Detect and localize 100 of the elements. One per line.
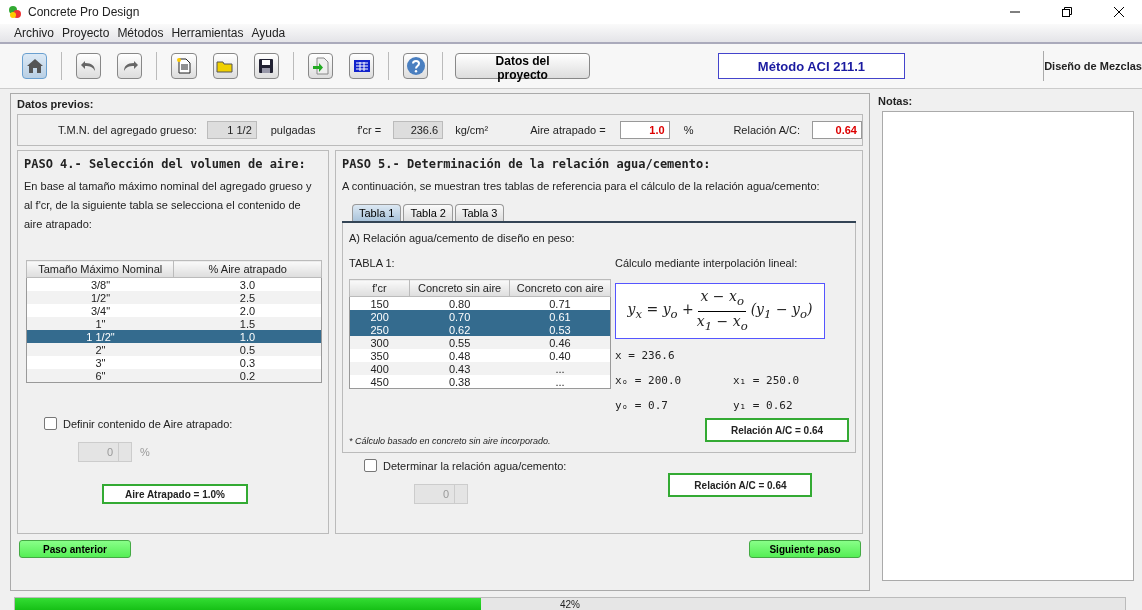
column-header[interactable]: Tamaño Máximo Nominal — [26, 260, 174, 278]
table-row[interactable]: 3" 0.3 — [26, 356, 322, 369]
result-box: Relación A/C = 0.64 — [668, 473, 813, 497]
table-cell: 1/2" — [26, 291, 174, 304]
table-cell: 6" — [26, 369, 174, 383]
column-header[interactable]: Concreto con aire — [509, 279, 611, 297]
tab[interactable]: Tabla 1 — [352, 204, 402, 221]
table-cell: 3.0 — [173, 277, 322, 291]
table-cell: 0.46 — [509, 336, 611, 349]
menu-item[interactable]: Proyecto — [62, 26, 110, 40]
progress-text: 42% — [559, 598, 581, 610]
table-cell: 300 — [349, 336, 410, 349]
value-text: yₒ = 0.7 — [615, 399, 669, 412]
table-cell: ... — [509, 375, 611, 389]
table-row[interactable]: 300 0.55 0.46 — [349, 336, 611, 349]
result-box: Relación A/C = 0.64 — [705, 418, 849, 442]
readonly-field: 236.6 — [393, 121, 444, 139]
checkbox-label: Definir contenido de Aire atrapado: — [63, 417, 233, 430]
field-label: Relación A/C: — [733, 124, 801, 136]
table-row[interactable]: 1" 1.5 — [26, 317, 322, 330]
table-cell: 0.55 — [409, 336, 510, 349]
readonly-field: 1 1/2 — [206, 121, 257, 139]
unit-label: % — [683, 124, 694, 136]
table-cell: 400 — [349, 362, 410, 375]
previous-step-button[interactable]: Paso anterior — [19, 540, 131, 558]
value-text: y₁ = 0.62 — [733, 399, 794, 412]
table-cell: 3/8" — [26, 277, 174, 291]
unit-label: kg/cm² — [455, 124, 489, 136]
table-cell: 0.38 — [409, 375, 510, 389]
column-header[interactable]: % Aire atrapado — [173, 260, 322, 278]
result-box: Aire Atrapado = 1.0% — [102, 484, 248, 504]
tab[interactable]: Tabla 2 — [403, 204, 453, 221]
table-row[interactable]: 6" 0.2 — [26, 369, 322, 383]
table-cell: 0.2 — [173, 369, 322, 383]
tab[interactable]: Tabla 3 — [454, 204, 505, 221]
field-label: f'cr = — [357, 124, 382, 136]
table-cell: 0.53 — [509, 323, 611, 336]
table-row[interactable]: 150 0.80 0.71 — [349, 296, 611, 310]
table-cell: 0.80 — [409, 296, 510, 310]
description-text: A continuación, se muestran tres tablas de referencia para el cálculo de la relación agua/cemento: — [342, 179, 821, 194]
input-field[interactable]: 1.0 — [619, 121, 670, 139]
table-cell: 2" — [26, 343, 174, 356]
next-step-button[interactable]: Siguiente paso — [749, 540, 861, 558]
table-cell: 0.40 — [509, 349, 611, 362]
module-label: Diseño de Mezclas — [1044, 60, 1142, 72]
step-title: PASO 5.- Determinación de la relación agua/cemento: — [342, 157, 712, 171]
value-text: x₁ = 250.0 — [733, 374, 801, 387]
table-cell: 1.5 — [173, 317, 322, 330]
formula: y$_{x}$ = y$_{o}$ + x − x$_{o}$ x$_{1}$ − x$_{o}$ (y$_{1}$ − y$_{o}$) — [615, 283, 825, 339]
section-title: Datos previos: — [17, 98, 95, 110]
table-cell: ... — [509, 362, 611, 375]
table-row[interactable]: 400 0.43 ... — [349, 362, 611, 375]
input-field[interactable]: 0.64 — [812, 121, 862, 139]
footnote: * Cálculo basado en concreto sin aire incorporado. — [349, 436, 551, 446]
value-text: x = 236.6 — [615, 349, 676, 362]
table-row[interactable]: 450 0.38 ... — [349, 375, 611, 389]
table-row[interactable]: 1/2" 2.5 — [26, 291, 322, 304]
table-cell: 1.0 — [173, 330, 322, 343]
unit-label: pulgadas — [270, 124, 316, 136]
table-cell: 3" — [26, 356, 174, 369]
table-cell: 0.71 — [509, 296, 611, 310]
column-header[interactable]: Concreto sin aire — [409, 279, 510, 297]
description-text: En base al tamaño máximo nominal del agregado grueso y al f'cr, de la siguiente tabla se selecciona el contenido de aire atrapado: — [24, 179, 313, 232]
table-row[interactable]: 350 0.48 0.40 — [349, 349, 611, 362]
table-cell: 2.5 — [173, 291, 322, 304]
field-label: Aire atrapado = — [530, 124, 606, 136]
menu-item[interactable]: Archivo — [14, 26, 54, 40]
menu-item[interactable]: Herramientas — [171, 26, 244, 40]
unit-label: % — [140, 446, 150, 458]
menu-item[interactable]: Ayuda — [251, 26, 286, 40]
method-label: Método ACI 211.1 — [717, 53, 906, 79]
step-title: PASO 4.- Selección del volumen de aire: — [24, 157, 307, 171]
field-label: T.M.N. del agregado grueso: — [58, 124, 197, 136]
table-row[interactable]: 200 0.70 0.61 — [349, 310, 611, 323]
column-header[interactable]: f'cr — [349, 279, 410, 297]
table-cell: 3/4" — [26, 304, 174, 317]
table-cell: 0.62 — [409, 323, 510, 336]
table-cell: 0.5 — [173, 343, 322, 356]
menu-item[interactable]: Métodos — [117, 26, 164, 40]
notes-label: Notas: — [878, 95, 914, 107]
table-row[interactable]: 2" 0.5 — [26, 343, 322, 356]
table-row[interactable]: 1 1/2" 1.0 — [26, 330, 322, 343]
table-cell: 0.3 — [173, 356, 322, 369]
table-cell: 0.61 — [509, 310, 611, 323]
table-row[interactable]: 250 0.62 0.53 — [349, 323, 611, 336]
table-cell: 2.0 — [173, 304, 322, 317]
table-cell: 150 — [349, 296, 410, 310]
table-cell: 450 — [349, 375, 410, 389]
table-cell: 0.48 — [409, 349, 510, 362]
value-text: xₒ = 200.0 — [615, 374, 683, 387]
interpolation-title: Cálculo mediante interpolación lineal: — [615, 256, 799, 271]
table-cell: 0.70 — [409, 310, 510, 323]
table-title: TABLA 1: — [349, 256, 396, 271]
table-row[interactable]: 3/4" 2.0 — [26, 304, 322, 317]
window-title: Concrete Pro Design — [28, 5, 140, 19]
table-row[interactable]: 3/8" 3.0 — [26, 277, 322, 291]
table-cell: 250 — [349, 323, 410, 336]
table-cell: 200 — [349, 310, 410, 323]
subtitle-text: A) Relación agua/cemento de diseño en peso: — [349, 231, 576, 246]
table-cell: 350 — [349, 349, 410, 362]
